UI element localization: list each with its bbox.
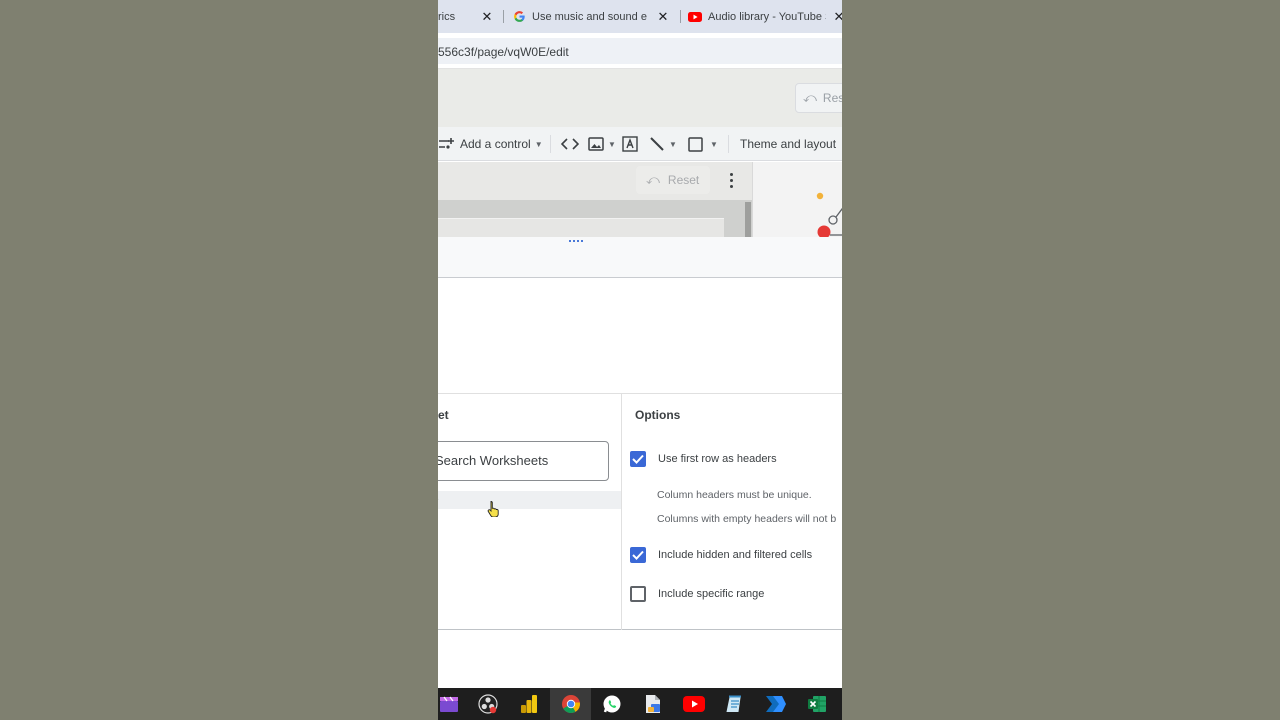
option-first-row-headers[interactable]: Use first row as headers: [630, 451, 777, 467]
text-button[interactable]: [622, 127, 638, 161]
image-icon: [588, 137, 604, 151]
file-icon[interactable]: [632, 688, 673, 720]
tab-strip: rics ✕ Use music and sound effects ✕ Aud…: [438, 0, 842, 33]
search-worksheets-field[interactable]: [438, 441, 609, 481]
tab-3[interactable]: Audio library - YouTube Studio ✕: [688, 0, 842, 33]
address-bar[interactable]: 556c3f/page/vqW0E/edit: [438, 33, 842, 69]
reset-button-top[interactable]: ⤺ Res: [795, 83, 842, 113]
close-icon[interactable]: ✕: [832, 9, 842, 25]
help-text: Columns with empty headers will not b: [657, 513, 837, 525]
option-include-hidden-cells[interactable]: Include hidden and filtered cells: [630, 547, 812, 563]
tab-2[interactable]: Use music and sound effects ✕: [512, 0, 672, 33]
undo-icon: ⤺: [803, 90, 817, 105]
add-control-button[interactable]: Add a control ▼: [438, 127, 543, 161]
tab-1[interactable]: rics ✕: [438, 0, 498, 33]
clapper-icon[interactable]: [438, 688, 469, 720]
canvas-scrollbar[interactable]: [745, 202, 751, 237]
more-options-icon[interactable]: [725, 168, 737, 192]
divider: [438, 393, 842, 394]
whatsapp-icon[interactable]: [591, 688, 632, 720]
google-g-icon: [512, 10, 526, 24]
theme-layout-button[interactable]: Theme and layout: [740, 127, 836, 161]
line-button[interactable]: ▼: [649, 127, 677, 161]
toolbar-divider: [550, 135, 551, 153]
list-item[interactable]: ·: [438, 491, 621, 509]
checkbox-checked-icon[interactable]: [630, 451, 646, 467]
shape-button[interactable]: ▼: [688, 127, 718, 161]
close-icon[interactable]: ✕: [656, 9, 670, 25]
tab-divider: [680, 10, 681, 23]
checkbox-checked-icon[interactable]: [630, 547, 646, 563]
tab-title: Audio library - YouTube Studio: [708, 10, 826, 23]
toolbar-divider: [728, 135, 729, 153]
editor-toolbar: Add a control ▼ ▼ ▼ ▼ Theme and layout: [438, 127, 842, 161]
chevron-down-icon: ▼: [608, 139, 616, 149]
drag-handle-icon[interactable]: [569, 240, 583, 242]
embed-code-icon: [561, 138, 579, 150]
options-title: Options: [635, 408, 681, 422]
illustration-icon: [816, 192, 842, 239]
chevron-down-icon: ▼: [710, 139, 718, 149]
chevron-down-icon: ▼: [669, 139, 677, 149]
notepad-icon[interactable]: [714, 688, 755, 720]
hand-cursor-icon: [487, 500, 501, 522]
report-canvas: ⤺ Reset: [438, 162, 752, 237]
text-icon: [622, 136, 638, 152]
add-control-label: Add a control: [460, 137, 531, 151]
power-bi-icon[interactable]: [508, 688, 549, 720]
theme-layout-label: Theme and layout: [740, 137, 837, 151]
shape-icon: [688, 136, 703, 152]
search-input[interactable]: [438, 453, 600, 468]
reset-label: Res: [822, 91, 842, 105]
reset-button[interactable]: ⤺ Reset: [636, 166, 710, 194]
taskbar: [438, 688, 842, 720]
url-text: 556c3f/page/vqW0E/edit: [438, 45, 569, 59]
checkbox-unchecked-icon[interactable]: [630, 586, 646, 602]
image-button[interactable]: ▼: [588, 127, 616, 161]
option-label: Include specific range: [658, 588, 765, 600]
option-label: Use first row as headers: [658, 453, 777, 465]
excel-icon[interactable]: [796, 688, 837, 720]
column-divider: [621, 393, 622, 630]
list-item-icon: ·: [438, 494, 439, 505]
line-icon: [649, 136, 665, 152]
screen: rics ✕ Use music and sound effects ✕ Aud…: [438, 0, 842, 720]
tab-title: rics: [438, 10, 456, 23]
properties-panel: [752, 162, 842, 239]
chevron-down-icon: ▼: [534, 139, 543, 149]
add-control-icon: [438, 137, 455, 151]
worksheet-section-title: et: [438, 408, 449, 422]
help-text: Column headers must be unique.: [657, 489, 812, 501]
tab-divider: [503, 10, 504, 23]
chrome-icon[interactable]: [550, 688, 591, 720]
obs-icon[interactable]: [467, 688, 508, 720]
embed-code-button[interactable]: [561, 127, 579, 161]
youtube-icon: [688, 10, 702, 24]
youtube-icon[interactable]: [673, 688, 714, 720]
tab-title: Use music and sound effects: [532, 10, 647, 23]
add-data-dialog: et · Options Use first row as headers Co…: [438, 278, 842, 630]
dialog-header: [438, 237, 842, 278]
power-automate-icon[interactable]: [755, 688, 796, 720]
option-label: Include hidden and filtered cells: [658, 549, 813, 561]
report-page: [438, 218, 724, 237]
option-include-specific-range[interactable]: Include specific range: [630, 586, 764, 602]
undo-icon: ⤺: [646, 172, 660, 187]
close-icon[interactable]: ✕: [480, 9, 494, 25]
app-header: ⤺ Res: [438, 69, 842, 127]
reset-label: Reset: [667, 173, 700, 187]
